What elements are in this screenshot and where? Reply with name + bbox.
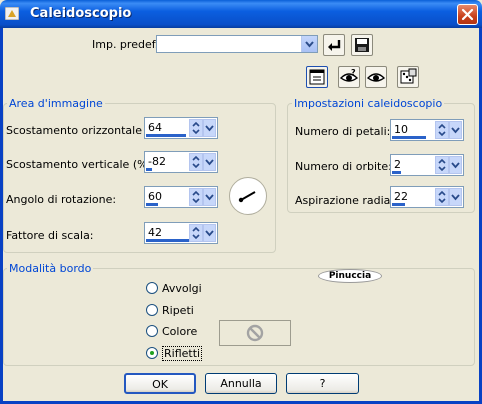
- updown-arrows-icon: [438, 123, 446, 137]
- eye-icon: [366, 73, 386, 82]
- spin-value: 64: [148, 121, 162, 134]
- chevron-down-icon: [451, 194, 460, 201]
- save-preset-button[interactable]: [351, 34, 373, 56]
- spin-level-bar: [146, 203, 158, 206]
- presets-combo[interactable]: [156, 35, 318, 53]
- kaleido-settings-title: Impostazioni caleidoscopio: [292, 97, 445, 110]
- radio-label-avvolgi[interactable]: Avvolgi: [162, 282, 202, 295]
- chevron-down-icon: [451, 127, 460, 134]
- chevron-down-icon: [205, 230, 214, 237]
- reset-arrow-icon: [328, 40, 341, 51]
- image-area-title: Area d'immagine: [7, 97, 105, 110]
- updown-arrows-icon: [438, 190, 446, 204]
- close-button[interactable]: [457, 4, 478, 25]
- reset-preset-button[interactable]: [323, 34, 345, 56]
- spin-value: -82: [148, 155, 166, 168]
- cancel-button[interactable]: Annulla: [205, 373, 277, 394]
- svg-text:?: ?: [351, 68, 356, 77]
- field-label-scale: Fattore di scala:: [6, 229, 94, 242]
- offset-y-spin[interactable]: -82: [144, 151, 218, 173]
- spin-updown[interactable]: [189, 188, 203, 206]
- radio-label-ripeti[interactable]: Ripeti: [162, 304, 194, 317]
- spin-updown[interactable]: [435, 188, 449, 206]
- spin-dropdown[interactable]: [203, 119, 216, 137]
- chevron-down-icon: [205, 194, 214, 201]
- eye-question-icon: ?: [339, 68, 359, 82]
- spin-updown[interactable]: [189, 153, 203, 171]
- spin-dropdown[interactable]: [203, 224, 216, 242]
- watermark-logo: Pinuccia: [318, 269, 382, 283]
- dialog-app-icon: [4, 6, 20, 21]
- radio-label-rifletti[interactable]: Rifletti: [162, 346, 203, 361]
- layout-icon: [309, 69, 325, 85]
- rotation-dial[interactable]: [229, 177, 267, 215]
- radio-ripeti[interactable]: [146, 304, 158, 316]
- spin-value: 22: [394, 190, 408, 203]
- petals-spin[interactable]: 10: [390, 119, 464, 141]
- preview-toggle-button[interactable]: [306, 66, 328, 88]
- updown-arrows-icon: [192, 155, 200, 169]
- rotation-spin[interactable]: 60: [144, 186, 218, 208]
- spin-updown[interactable]: [435, 156, 449, 174]
- spin-value: 42: [148, 226, 162, 239]
- radial-spin[interactable]: 22: [390, 186, 464, 208]
- no-symbol-icon: [246, 324, 264, 342]
- spin-dropdown[interactable]: [203, 188, 216, 206]
- field-label-petals: Numero di petali:: [295, 125, 391, 138]
- radio-label-colore[interactable]: Colore: [162, 325, 197, 338]
- edge-color-swatch[interactable]: [219, 320, 291, 346]
- updown-arrows-icon: [438, 158, 446, 172]
- spin-dropdown[interactable]: [203, 153, 216, 171]
- randomize-button[interactable]: [397, 66, 419, 88]
- orbits-spin[interactable]: 2: [390, 154, 464, 176]
- spin-level-bar: [146, 168, 152, 171]
- spin-value: 10: [394, 123, 408, 136]
- spin-value: 60: [148, 190, 162, 203]
- auto-proof-button[interactable]: [365, 66, 387, 88]
- chevron-down-icon: [205, 125, 214, 132]
- chevron-down-icon: [205, 159, 214, 166]
- spin-dropdown[interactable]: [449, 188, 462, 206]
- proof-button[interactable]: ?: [338, 66, 360, 88]
- spin-updown[interactable]: [189, 119, 203, 137]
- field-label-radial: Aspirazione radiale:: [295, 194, 404, 207]
- spin-level-bar: [392, 171, 401, 174]
- radio-colore[interactable]: [146, 325, 158, 337]
- spin-dropdown[interactable]: [449, 121, 462, 139]
- presets-label: Imp. predef.:: [92, 38, 162, 51]
- spin-dropdown[interactable]: [449, 156, 462, 174]
- field-label-rotation: Angolo di rotazione:: [6, 193, 117, 206]
- updown-arrows-icon: [192, 226, 200, 240]
- updown-arrows-icon: [192, 190, 200, 204]
- edge-mode-title: Modalità bordo: [7, 262, 94, 275]
- chevron-down-icon: [305, 41, 314, 48]
- spin-level-bar: [146, 134, 186, 137]
- field-label-orbits: Numero di orbite:: [295, 160, 392, 173]
- presets-dropdown-button[interactable]: [301, 36, 317, 52]
- save-disk-icon: [355, 38, 369, 52]
- window-title: Caleidoscopio: [30, 6, 132, 21]
- radio-avvolgi[interactable]: [146, 282, 158, 294]
- help-button[interactable]: ?: [286, 373, 359, 394]
- spin-updown[interactable]: [435, 121, 449, 139]
- spin-level-bar: [392, 136, 426, 139]
- spin-updown[interactable]: [189, 224, 203, 242]
- dial-needle-icon: [238, 191, 256, 203]
- chevron-down-icon: [451, 162, 460, 169]
- dice-icon: [400, 68, 417, 84]
- edge-mode-group: [3, 268, 475, 366]
- close-icon: [461, 8, 474, 21]
- offset-x-spin[interactable]: 64: [144, 117, 218, 139]
- radio-rifletti[interactable]: [146, 347, 158, 359]
- updown-arrows-icon: [192, 121, 200, 135]
- scale-spin[interactable]: 42: [144, 222, 218, 244]
- field-label-offset-y: Scostamento verticale (%):: [6, 158, 156, 171]
- spin-value: 2: [394, 158, 401, 171]
- spin-level-bar: [392, 203, 405, 206]
- radio-selected-dot: [150, 351, 154, 355]
- ok-button[interactable]: OK: [124, 373, 196, 394]
